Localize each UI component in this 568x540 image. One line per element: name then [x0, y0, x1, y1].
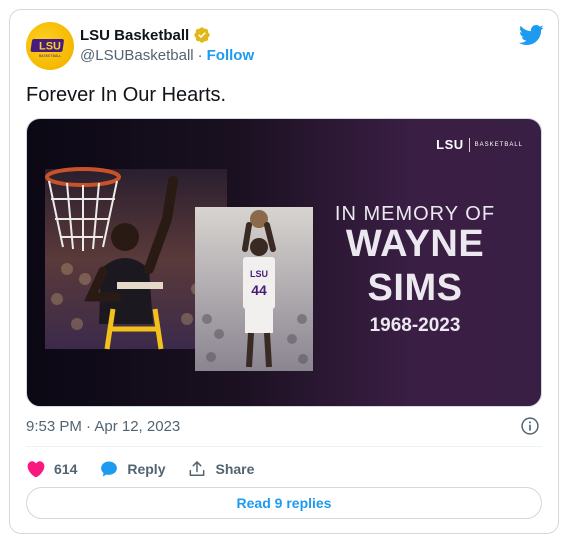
- reply-label: Reply: [127, 461, 166, 477]
- heart-icon: [27, 461, 45, 478]
- handle[interactable]: @LSUBasketball: [80, 47, 194, 64]
- net-trophy: [117, 282, 163, 289]
- follow-button[interactable]: Follow: [207, 47, 255, 64]
- avatar[interactable]: LSU BASKETBALL: [26, 22, 74, 70]
- reply-button[interactable]: Reply: [99, 459, 165, 479]
- memorial-first-name: WAYNE: [345, 223, 485, 265]
- jersey-number: 44: [251, 282, 267, 298]
- timestamp[interactable]: 9:53 PM · Apr 12, 2023: [26, 418, 180, 435]
- memorial-years: 1968-2023: [369, 315, 461, 336]
- info-icon[interactable]: [520, 416, 540, 436]
- divider: [26, 446, 542, 447]
- reply-bubble-icon: [101, 461, 118, 477]
- tweet-card: LSU BASKETBALL LSU Basketball @LSUBasket…: [9, 9, 559, 534]
- media-lsu-logo: LSU BASKETBALL: [436, 137, 523, 152]
- handle-row: @LSUBasketball · Follow: [80, 47, 254, 64]
- like-count: 614: [54, 461, 78, 477]
- verified-badge-icon: [193, 26, 211, 44]
- svg-text:BASKETBALL: BASKETBALL: [39, 54, 61, 58]
- player-head: [250, 238, 268, 256]
- share-label: Share: [215, 461, 255, 477]
- twitter-bird-icon[interactable]: [518, 22, 544, 48]
- svg-text:LSU: LSU: [39, 41, 61, 53]
- like-button[interactable]: 614: [26, 459, 77, 479]
- share-button[interactable]: Share: [187, 459, 254, 479]
- share-icon: [190, 461, 205, 476]
- separator: ·: [197, 47, 203, 64]
- celebrant-head: [111, 223, 139, 251]
- tweet-text: Forever In Our Hearts.: [26, 84, 227, 106]
- lsu-avatar-logo: LSU BASKETBALL: [30, 39, 64, 58]
- jersey-text: LSU: [250, 269, 268, 279]
- read-replies-button[interactable]: Read 9 replies: [26, 487, 542, 519]
- actions-row: 614 Reply Share: [26, 457, 276, 481]
- display-name-row: LSU Basketball: [80, 26, 211, 44]
- display-name[interactable]: LSU Basketball: [80, 27, 189, 44]
- memorial-last-name: SIMS: [367, 267, 463, 309]
- tweet-media-image[interactable]: LSU 44 LSU BASKETBALL IN MEMORY OF WAYNE…: [26, 118, 542, 407]
